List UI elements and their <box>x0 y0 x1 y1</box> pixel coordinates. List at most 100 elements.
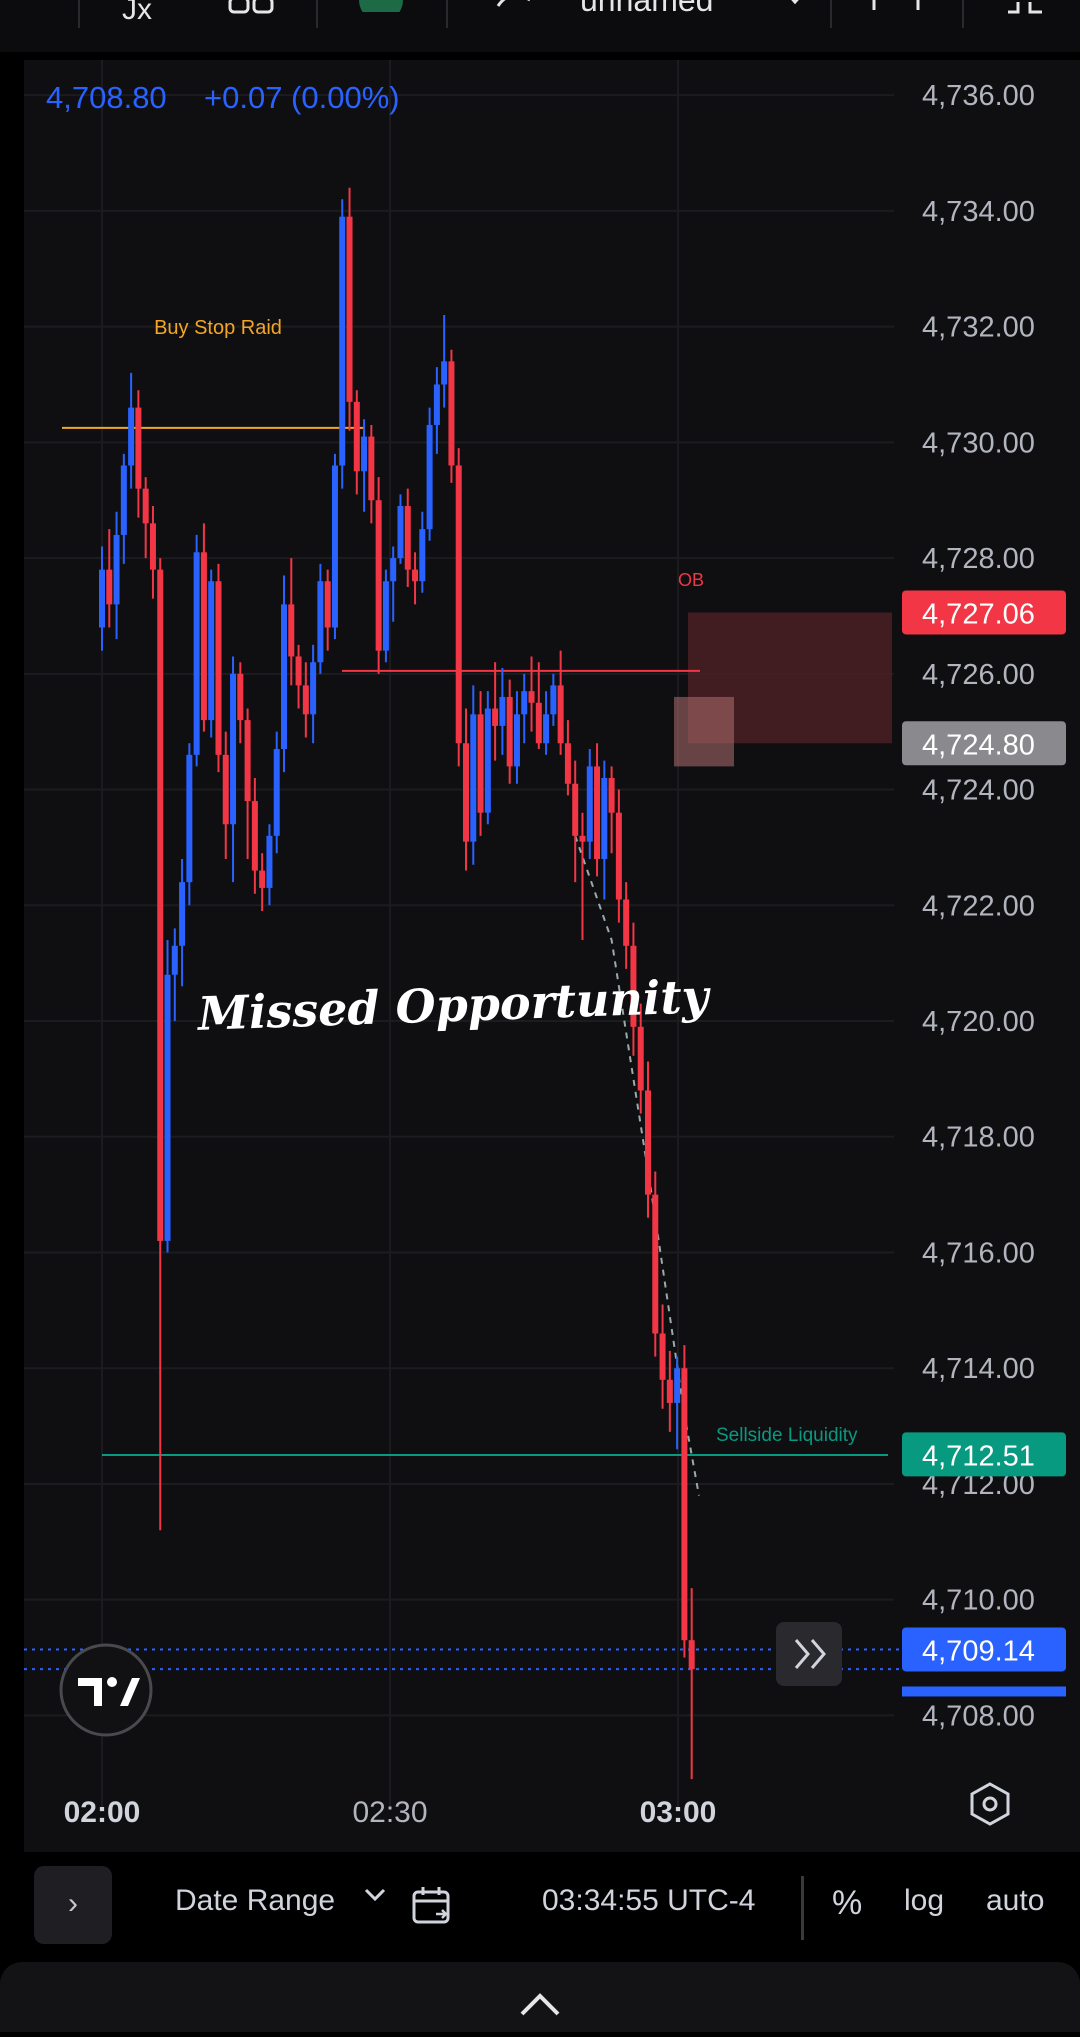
chevron-up-icon <box>520 1993 560 2016</box>
candle-body <box>499 696 506 726</box>
candle-body <box>484 708 491 813</box>
candle-body <box>448 361 455 466</box>
candle-body <box>572 783 579 836</box>
price-axis-label: 4,716.00 <box>922 1237 1035 1269</box>
candle-body <box>259 870 266 888</box>
candle-body <box>681 1368 688 1641</box>
candle-body <box>688 1640 695 1670</box>
undo-icon[interactable] <box>490 0 540 18</box>
sellside-liquidity-label: Sellside Liquidity <box>716 1425 858 1446</box>
candle-body <box>149 523 156 570</box>
candle-body <box>623 899 630 946</box>
candle-body <box>237 673 244 721</box>
candle-body <box>244 720 251 802</box>
candle-body <box>382 581 389 651</box>
candle-body <box>455 465 462 744</box>
candle-body <box>390 558 397 582</box>
candle-body <box>142 488 149 524</box>
candle-body <box>594 766 601 859</box>
buy-stop-raid-label: Buy Stop Raid <box>154 317 282 339</box>
candle-body <box>550 685 557 715</box>
toolbar-divider <box>962 0 964 28</box>
chart-area[interactable]: 4,736.00 4,734.00 4,732.00 4,730.00 4,728.00… <box>24 60 1080 1852</box>
candle-body <box>426 424 433 530</box>
candle-body <box>120 465 127 535</box>
bottom-sheet-handle[interactable] <box>0 1962 1080 2032</box>
indicators-button[interactable]: Jx <box>122 0 152 32</box>
candle-body <box>361 436 368 472</box>
time-axis-label: 02:30 <box>352 1796 427 1829</box>
date-range-button[interactable]: Date Range <box>175 1884 335 1918</box>
chevron-down-icon[interactable] <box>780 0 810 24</box>
top-toolbar: Jx unnamed <box>0 0 1080 52</box>
candle-body <box>215 581 222 755</box>
candle-body <box>652 1194 659 1334</box>
candle-body <box>171 945 178 975</box>
candle-body <box>477 714 484 813</box>
price-axis-label: 4,726.00 <box>922 659 1035 691</box>
layout-name[interactable]: unnamed <box>580 0 713 22</box>
candle-body <box>368 436 375 501</box>
missed-opportunity-text: Missed Opportunity <box>195 969 712 1041</box>
candle-body <box>266 835 273 888</box>
last-price: 4,708.80 <box>46 80 167 115</box>
candle-body <box>506 696 513 767</box>
time-axis-label: 03:00 <box>640 1796 717 1829</box>
candle-body <box>310 662 317 715</box>
ob-label: OB <box>678 570 704 590</box>
date-range-chevron-icon[interactable] <box>362 1880 388 1918</box>
price-axis-label: 4,718.00 <box>922 1122 1035 1154</box>
price-badge-underline <box>902 1686 1066 1697</box>
price-axis-label: 4,732.00 <box>922 312 1035 344</box>
price-badge-label: 4,724.80 <box>922 729 1035 761</box>
candle-body <box>164 974 171 1241</box>
time-axis-label: 02:00 <box>64 1796 141 1829</box>
scroll-to-realtime-button[interactable] <box>776 1622 842 1686</box>
two-squares-icon[interactable] <box>226 0 276 26</box>
toolbar-divider <box>78 0 80 28</box>
gear-icon[interactable] <box>866 0 926 10</box>
clock-time[interactable]: 03:34:55 UTC-4 <box>542 1884 755 1918</box>
candle-body <box>375 500 382 651</box>
candle-body <box>295 656 302 686</box>
candle-body <box>674 1368 681 1403</box>
calendar-icon[interactable] <box>410 1884 454 1936</box>
candle-body <box>251 801 258 871</box>
time-axis: 02:00 02:30 03:00 <box>24 1796 1080 1852</box>
percent-toggle[interactable]: % <box>832 1884 862 1923</box>
tradingview-logo[interactable] <box>59 1643 153 1737</box>
price-axis-label: 4,710.00 <box>922 1585 1035 1617</box>
toolbar-divider <box>830 0 832 28</box>
candle-body <box>419 529 426 582</box>
price-axis-label: 4,720.00 <box>922 1006 1035 1038</box>
candle-body <box>513 714 520 767</box>
candle-body <box>288 604 295 657</box>
price-badge-label: 4,712.51 <box>922 1440 1035 1472</box>
candle-body <box>230 673 237 825</box>
candle-body <box>535 702 542 744</box>
candle-body <box>208 581 215 721</box>
candle-body <box>346 216 353 402</box>
candle-body <box>637 1026 644 1091</box>
candle-body <box>521 691 528 715</box>
status-dot-icon[interactable] <box>356 0 406 12</box>
price-axis-label: 4,724.00 <box>922 775 1035 807</box>
log-toggle[interactable]: log <box>904 1884 944 1918</box>
price-axis-label: 4,714.00 <box>922 1353 1035 1385</box>
candle-body <box>317 581 324 663</box>
candle-body <box>470 714 477 842</box>
projection-path <box>574 835 700 1496</box>
price-chart[interactable]: 4,736.00 4,734.00 4,732.00 4,730.00 4,728.00… <box>24 60 1080 1852</box>
expand-panel-button[interactable]: › <box>34 1866 112 1944</box>
candle-body <box>601 777 608 859</box>
price-axis-label: 4,734.00 <box>922 196 1035 228</box>
fullscreen-icon[interactable] <box>1000 0 1050 22</box>
candle-body <box>353 401 360 472</box>
auto-toggle[interactable]: auto <box>986 1884 1044 1918</box>
candle-body <box>200 552 207 721</box>
candle-body <box>586 766 593 842</box>
candle-body <box>186 754 193 883</box>
candle-body <box>564 743 571 784</box>
candle-body <box>222 754 229 825</box>
candle-body <box>579 835 586 842</box>
